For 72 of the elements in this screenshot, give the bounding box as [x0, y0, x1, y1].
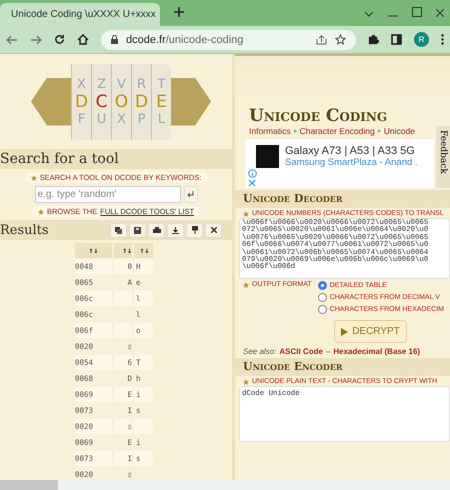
related-link[interactable]: Hexadecimal (Base 16)	[333, 347, 420, 356]
section-heading: Unicode Decoder	[235, 190, 450, 208]
ad-advertiser: Samsung SmartPlaza - Anand .	[285, 157, 418, 168]
radio-button[interactable]	[318, 281, 327, 290]
new-tab-icon[interactable]	[174, 7, 184, 17]
back-icon[interactable]	[6, 34, 18, 44]
section-heading: Results	[0, 222, 49, 238]
url-text: dcode.fr/unicode-coding	[126, 34, 244, 46]
star-icon	[243, 210, 249, 216]
related-link[interactable]: ASCII Code	[279, 347, 323, 356]
browser-tab[interactable]: Unicode Coding \uXXXX U+xxxx	[0, 3, 160, 26]
maximize-icon[interactable]	[412, 7, 422, 17]
lock-icon	[111, 35, 118, 44]
breadcrumb-link[interactable]: Character Encoding	[300, 126, 375, 136]
share-icon[interactable]	[316, 34, 327, 44]
pin-button[interactable]	[186, 222, 203, 238]
close-button[interactable]	[205, 222, 222, 238]
decrypt-button[interactable]: DECRYPT	[334, 320, 407, 343]
chevron-icon[interactable]	[364, 11, 374, 17]
save-button[interactable]	[129, 222, 146, 238]
search-field[interactable]: e.g. type 'random'	[34, 186, 180, 203]
code-input-field[interactable]	[239, 218, 450, 279]
print-button[interactable]	[148, 222, 165, 238]
horizontal-scrollbar[interactable]	[0, 480, 450, 490]
feedback-tab[interactable]: Feedback	[436, 126, 450, 188]
copy-icon	[115, 226, 122, 234]
profile-avatar[interactable]: R	[414, 32, 429, 47]
sort-header[interactable]: ↑↓	[114, 243, 132, 258]
printer-icon	[152, 226, 160, 234]
close-icon[interactable]	[248, 179, 256, 187]
pin-icon	[192, 226, 198, 234]
puzzle-icon[interactable]	[368, 34, 379, 45]
star-icon	[30, 174, 37, 180]
separator-dash: –	[326, 347, 330, 356]
enter-icon	[187, 191, 194, 198]
save-icon	[134, 226, 141, 234]
forward-icon[interactable]	[30, 34, 42, 44]
download-button[interactable]	[167, 222, 184, 238]
menu-icon[interactable]	[441, 34, 444, 45]
copy-button[interactable]	[110, 222, 127, 238]
chevron-right-icon	[294, 129, 297, 133]
star-icon	[243, 282, 249, 288]
enter-button[interactable]	[184, 186, 198, 203]
cipher-cylinder-logo[interactable]: X D F Z C U V O X R D P T E L	[30, 54, 212, 149]
breadcrumb-link[interactable]: Informatics	[249, 126, 291, 136]
sort-header[interactable]: ↑↓	[75, 243, 112, 258]
minimize-icon[interactable]	[388, 15, 398, 17]
chevron-right-icon	[378, 129, 381, 133]
download-icon	[172, 226, 179, 234]
star-icon	[243, 378, 249, 384]
sidebar-icon[interactable]	[391, 34, 402, 45]
see-also-label: See also:	[243, 347, 276, 356]
home-icon[interactable]	[77, 34, 89, 45]
tab-title: Unicode Coding \uXXXX U+xxxx	[11, 9, 156, 20]
radio-button[interactable]	[318, 293, 327, 302]
star-icon	[38, 208, 44, 214]
advertisement[interactable]: Galaxy A73 | A53 | A33 5G Samsung SmartPlaza - Anand .	[245, 139, 434, 188]
section-heading: Unicode Encoder	[235, 358, 450, 376]
ad-headline: Galaxy A73 | A53 | A33 5G	[285, 145, 416, 157]
breadcrumb-link[interactable]: Unicode	[384, 126, 415, 136]
sort-header[interactable]: ↑↓	[134, 243, 153, 258]
star-icon[interactable]	[335, 34, 346, 45]
reload-icon[interactable]	[54, 34, 65, 45]
address-bar[interactable]: dcode.fr/unicode-coding	[101, 30, 356, 50]
section-heading: Search for a tool	[0, 149, 232, 169]
play-icon	[341, 328, 348, 336]
close-icon	[210, 227, 216, 233]
close-icon[interactable]	[436, 9, 444, 17]
radio-button[interactable]	[318, 305, 327, 314]
brand-logo-placeholder	[256, 145, 279, 168]
page-title: Unicode Coding	[248, 106, 388, 126]
info-icon[interactable]	[248, 169, 257, 178]
